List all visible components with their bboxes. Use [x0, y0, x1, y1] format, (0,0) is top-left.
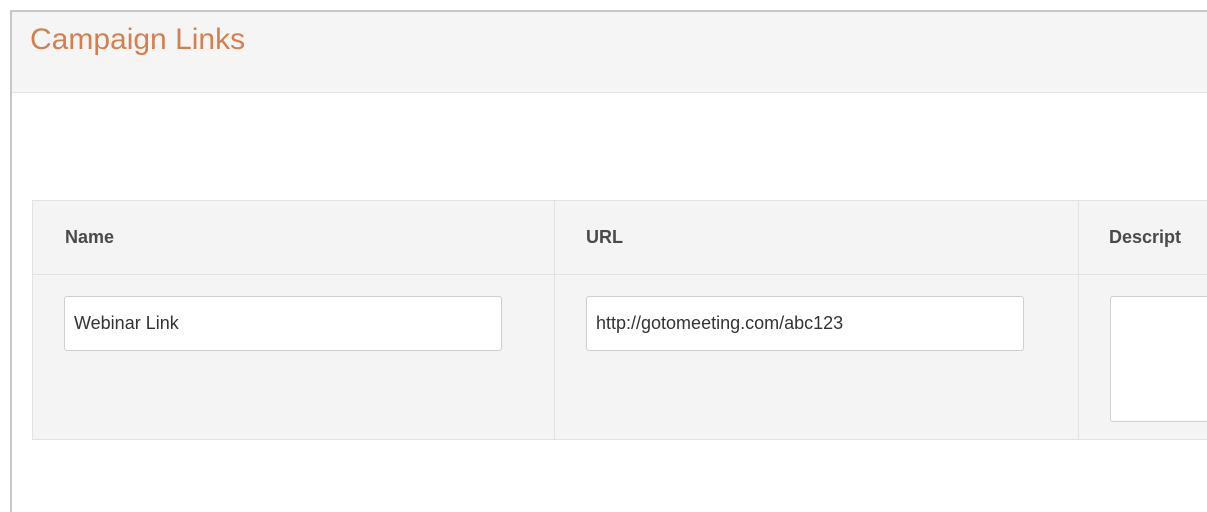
- column-header-url: URL: [554, 200, 1079, 275]
- name-cell: [32, 274, 555, 440]
- table-row: [32, 274, 1207, 440]
- description-cell: [1078, 274, 1207, 440]
- column-header-description: Descript: [1078, 200, 1207, 275]
- url-cell: [554, 274, 1079, 440]
- page-title: Campaign Links: [30, 23, 246, 56]
- link-url-input[interactable]: [586, 296, 1024, 351]
- table-header-row: Name URL Descript: [32, 200, 1207, 275]
- campaign-links-table: Name URL Descript: [32, 200, 1207, 440]
- link-description-textarea[interactable]: [1110, 296, 1207, 422]
- column-header-name: Name: [32, 200, 555, 275]
- panel-header: Campaign Links: [12, 12, 1207, 93]
- campaign-links-panel: Campaign Links Name URL Descript: [10, 10, 1207, 512]
- link-name-input[interactable]: [64, 296, 502, 351]
